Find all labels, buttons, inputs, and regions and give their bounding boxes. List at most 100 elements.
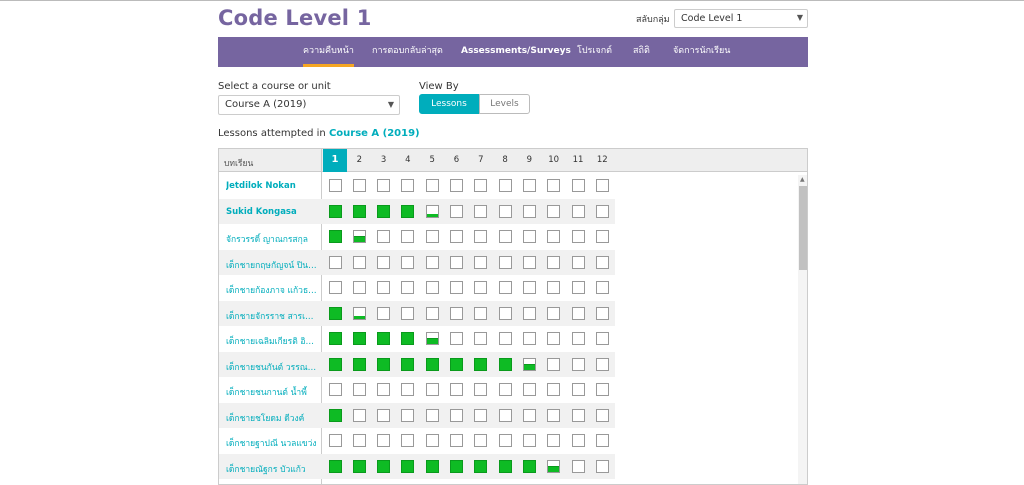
- student-name-link[interactable]: เด็กชายชโยดม ดีวงค์: [226, 411, 304, 425]
- lesson-progress-cell[interactable]: [498, 281, 512, 294]
- lesson-progress-cell[interactable]: [377, 408, 391, 422]
- student-name-link[interactable]: เด็กชายณัฐกร บัวแก้ว: [226, 462, 306, 476]
- view-lessons-toggle[interactable]: Lessons: [419, 94, 479, 114]
- lesson-progress-cell[interactable]: [571, 383, 585, 396]
- lesson-progress-cell[interactable]: [595, 255, 609, 269]
- lesson-progress-cell[interactable]: [450, 408, 463, 422]
- lesson-progress-cell[interactable]: [328, 204, 342, 218]
- student-name-link[interactable]: เด็กชายกฤษกัญจน์ ปินคำ: [226, 258, 318, 272]
- lesson-progress-cell[interactable]: [474, 459, 488, 473]
- scroll-up-arrow-icon[interactable]: ▲: [800, 176, 805, 183]
- lesson-progress-cell[interactable]: [377, 204, 391, 218]
- student-name-link[interactable]: จักรวรรดิ์ ญาณกรสกุล: [226, 232, 308, 246]
- lesson-progress-cell[interactable]: [450, 383, 463, 396]
- lesson-progress-cell[interactable]: [377, 332, 391, 345]
- lesson-progress-cell[interactable]: [377, 179, 391, 192]
- lesson-progress-cell[interactable]: [425, 230, 439, 243]
- lesson-progress-cell[interactable]: [498, 255, 512, 269]
- lesson-progress-cell[interactable]: [450, 357, 463, 371]
- lesson-column-2[interactable]: 2: [347, 149, 371, 172]
- lesson-progress-cell[interactable]: [328, 306, 342, 320]
- lesson-column-12[interactable]: 12: [590, 149, 614, 172]
- lesson-progress-cell[interactable]: [401, 434, 415, 447]
- lesson-progress-cell[interactable]: [571, 281, 585, 294]
- student-name-link[interactable]: เด็กชายก้องภาจ แก้วธรรม: [226, 283, 318, 297]
- lesson-progress-cell[interactable]: [595, 408, 609, 422]
- lesson-progress-cell[interactable]: [595, 383, 609, 396]
- student-name-link[interactable]: เด็กชายชนกันต์ วรรณโน: [226, 360, 318, 374]
- lesson-progress-cell[interactable]: [401, 204, 415, 218]
- lesson-progress-cell[interactable]: [450, 459, 463, 473]
- lesson-progress-cell[interactable]: [401, 459, 415, 473]
- lesson-progress-cell[interactable]: [425, 408, 439, 422]
- lesson-column-1[interactable]: 1: [323, 149, 347, 172]
- lesson-progress-cell[interactable]: [498, 459, 512, 473]
- lesson-progress-cell[interactable]: [474, 281, 488, 294]
- lesson-progress-cell[interactable]: [401, 332, 415, 345]
- student-name-link[interactable]: เด็กชายจักรราช สารเถื่อ...: [226, 309, 318, 323]
- lesson-progress-cell[interactable]: [450, 179, 463, 192]
- lesson-progress-cell[interactable]: [522, 179, 536, 192]
- lesson-progress-cell[interactable]: [498, 204, 512, 218]
- lesson-progress-cell[interactable]: [498, 357, 512, 371]
- lesson-progress-cell[interactable]: [352, 459, 366, 473]
- lesson-progress-cell[interactable]: [425, 383, 439, 396]
- student-name-link[interactable]: เด็กชายชนกานต์ น้ำพี้: [226, 385, 307, 399]
- progress-heading-course-link[interactable]: Course A (2019): [329, 128, 420, 139]
- lesson-progress-cell[interactable]: [474, 383, 488, 396]
- lesson-progress-cell[interactable]: [352, 179, 366, 192]
- lesson-progress-cell[interactable]: [328, 281, 342, 294]
- lesson-progress-cell[interactable]: [377, 255, 391, 269]
- lesson-progress-cell[interactable]: [474, 357, 488, 371]
- lesson-progress-cell[interactable]: [571, 408, 585, 422]
- lesson-progress-cell[interactable]: [352, 204, 366, 218]
- student-name-link[interactable]: Jetdilok Nokan: [226, 181, 296, 191]
- lesson-progress-cell[interactable]: [401, 408, 415, 422]
- lesson-progress-cell[interactable]: [425, 434, 439, 447]
- lesson-progress-cell[interactable]: [377, 306, 391, 320]
- lesson-column-3[interactable]: 3: [372, 149, 396, 172]
- nav-item-4[interactable]: โปรเจกต์: [577, 37, 612, 67]
- lesson-progress-cell[interactable]: [474, 179, 488, 192]
- lesson-progress-cell[interactable]: [352, 357, 366, 371]
- lesson-progress-cell[interactable]: [595, 204, 609, 218]
- lesson-progress-cell[interactable]: [474, 255, 488, 269]
- lesson-progress-cell[interactable]: [474, 332, 488, 345]
- lesson-column-7[interactable]: 7: [469, 149, 493, 172]
- lesson-progress-cell[interactable]: [450, 230, 463, 243]
- lesson-progress-cell[interactable]: [498, 332, 512, 345]
- student-name-link[interactable]: Sukid Kongasa: [226, 207, 297, 217]
- lesson-progress-cell[interactable]: [377, 357, 391, 371]
- lesson-progress-cell[interactable]: [547, 281, 561, 294]
- lesson-column-11[interactable]: 11: [566, 149, 590, 172]
- lesson-column-10[interactable]: 10: [542, 149, 566, 172]
- lesson-progress-cell[interactable]: [377, 281, 391, 294]
- nav-item-5[interactable]: สถิติ: [633, 37, 650, 67]
- lesson-progress-cell[interactable]: [450, 306, 463, 320]
- lesson-progress-cell[interactable]: [522, 306, 536, 320]
- lesson-progress-cell[interactable]: [595, 332, 609, 345]
- table-scrollbar-thumb[interactable]: [799, 186, 807, 270]
- lesson-progress-cell[interactable]: [401, 230, 415, 243]
- lesson-progress-cell[interactable]: [522, 332, 536, 345]
- lesson-progress-cell[interactable]: [522, 434, 536, 447]
- lesson-column-6[interactable]: 6: [445, 149, 469, 172]
- lesson-progress-cell[interactable]: [522, 230, 536, 243]
- lesson-progress-cell[interactable]: [498, 179, 512, 192]
- lesson-progress-cell[interactable]: [352, 230, 366, 243]
- lesson-progress-cell[interactable]: [547, 459, 561, 473]
- lesson-progress-cell[interactable]: [522, 255, 536, 269]
- lesson-progress-cell[interactable]: [571, 357, 585, 371]
- lesson-progress-cell[interactable]: [401, 357, 415, 371]
- lesson-progress-cell[interactable]: [522, 281, 536, 294]
- lesson-progress-cell[interactable]: [571, 255, 585, 269]
- lesson-progress-cell[interactable]: [328, 230, 342, 243]
- lesson-progress-cell[interactable]: [425, 306, 439, 320]
- lesson-progress-cell[interactable]: [547, 306, 561, 320]
- lesson-progress-cell[interactable]: [595, 230, 609, 243]
- lesson-column-9[interactable]: 9: [517, 149, 541, 172]
- lesson-progress-cell[interactable]: [425, 204, 439, 218]
- student-name-link[interactable]: เด็กชายฐาปณี นวลแขว่ง: [226, 436, 317, 450]
- lesson-progress-cell[interactable]: [377, 383, 391, 396]
- lesson-progress-cell[interactable]: [547, 408, 561, 422]
